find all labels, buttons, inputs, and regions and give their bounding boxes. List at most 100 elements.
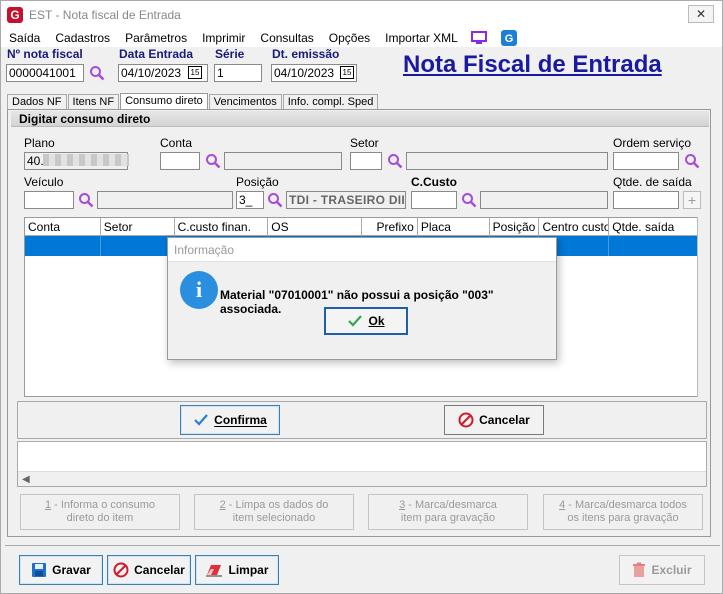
- cancelar-grid-button[interactable]: Cancelar: [444, 405, 544, 435]
- plano-label: Plano: [24, 136, 55, 150]
- close-button[interactable]: ✕: [688, 5, 714, 23]
- search-icon[interactable]: [205, 153, 221, 169]
- menu-importar-xml[interactable]: Importar XML: [377, 29, 465, 47]
- divider: [5, 545, 720, 546]
- menu-cadastros[interactable]: Cadastros: [47, 29, 117, 47]
- col-ccusto-finan[interactable]: C.custo finan.: [175, 218, 269, 235]
- posicao-label: Posição: [236, 175, 279, 189]
- step-2-text2: item selecionado: [232, 512, 316, 524]
- tab-vencimentos[interactable]: Vencimentos: [208, 94, 282, 109]
- step-4-text: - Marca/desmarca todos: [565, 499, 687, 511]
- app-logo-icon: G: [7, 7, 23, 23]
- col-conta[interactable]: Conta: [25, 218, 101, 235]
- tab-itens-nf[interactable]: Itens NF: [67, 94, 120, 109]
- ccusto-desc-field: [480, 191, 608, 209]
- add-button[interactable]: +: [683, 191, 701, 209]
- step-3-button[interactable]: 3 - Marca/desmarca item para gravação: [368, 494, 528, 530]
- search-icon[interactable]: [78, 192, 94, 208]
- col-qtde-saida[interactable]: Qtde. saída: [609, 218, 697, 235]
- search-icon[interactable]: [461, 192, 477, 208]
- data-entrada-label: Data Entrada: [119, 47, 194, 61]
- ordem-servico-field[interactable]: [613, 152, 679, 170]
- confirma-label: Confirma: [214, 413, 267, 427]
- ccusto-field[interactable]: [411, 191, 457, 209]
- ok-button[interactable]: Ok: [324, 307, 408, 335]
- scroll-left-icon[interactable]: ◀: [22, 474, 30, 485]
- tab-consumo-direto[interactable]: Consumo direto: [120, 93, 208, 110]
- qtde-saida-label: Qtde. de saída: [613, 175, 692, 189]
- redacted-value: [43, 154, 129, 166]
- ccusto-label: C.Custo: [411, 175, 457, 189]
- tab-info-compl-sped[interactable]: Info. compl. Sped: [282, 94, 379, 109]
- dt-emissao-label: Dt. emissão: [272, 47, 340, 61]
- calendar-icon[interactable]: 15: [340, 66, 354, 79]
- eraser-icon: [205, 563, 223, 577]
- col-placa[interactable]: Placa: [418, 218, 490, 235]
- check-icon: [347, 314, 363, 328]
- g-app-icon[interactable]: G: [500, 30, 517, 46]
- excluir-button[interactable]: Excluir: [619, 555, 705, 585]
- conta-desc-field: [224, 152, 342, 170]
- tab-dados-nf[interactable]: Dados NF: [7, 94, 67, 109]
- setor-desc-field: [406, 152, 608, 170]
- excluir-label: Excluir: [651, 563, 692, 577]
- setor-label: Setor: [350, 136, 379, 150]
- posicao-field[interactable]: 3_: [236, 191, 264, 209]
- cancelar-button[interactable]: Cancelar: [107, 555, 191, 585]
- search-icon[interactable]: [89, 65, 105, 81]
- conta-label: Conta: [160, 136, 193, 150]
- step-4-text2: os itens para gravação: [567, 512, 679, 524]
- serie-field[interactable]: 1: [214, 64, 262, 82]
- info-dialog: Informação i Material "07010001" não pos…: [167, 237, 557, 360]
- menu-saida[interactable]: Saída: [1, 29, 47, 47]
- dialog-title: Informação: [168, 238, 556, 262]
- posicao-desc-field: TDI - TRASEIRO DII: [286, 191, 406, 209]
- calendar-icon[interactable]: 15: [188, 66, 202, 79]
- menu-imprimir[interactable]: Imprimir: [194, 29, 252, 47]
- search-icon[interactable]: [684, 153, 700, 169]
- col-posicao[interactable]: Posição: [490, 218, 540, 235]
- menu-parametros[interactable]: Parâmetros: [117, 29, 194, 47]
- nota-field[interactable]: 0000041001: [6, 64, 84, 82]
- cancel-icon: [458, 412, 474, 428]
- limpar-label: Limpar: [228, 563, 269, 577]
- qtde-saida-field[interactable]: [613, 191, 679, 209]
- setor-field[interactable]: [350, 152, 382, 170]
- ok-label: Ok: [368, 314, 385, 328]
- action-frame: [17, 401, 707, 439]
- monitor-icon[interactable]: [470, 31, 487, 45]
- step-1-text: - Informa o consumo: [51, 499, 156, 511]
- menu-opcoes[interactable]: Opções: [321, 29, 377, 47]
- veiculo-field[interactable]: [24, 191, 74, 209]
- main-window: G EST - Nota fiscal de Entrada ✕ Saída C…: [0, 0, 723, 594]
- horizontal-scrollbar[interactable]: ◀: [18, 471, 706, 486]
- confirma-button[interactable]: Confirma: [180, 405, 280, 435]
- col-prefixo[interactable]: Prefixo: [362, 218, 418, 235]
- serie-label: Série: [215, 47, 245, 61]
- step-2-button[interactable]: 2 - Limpa os dados do item selecionado: [194, 494, 354, 530]
- panel-header: Digitar consumo direto: [11, 111, 709, 127]
- check-icon: [193, 413, 209, 427]
- search-icon[interactable]: [267, 192, 283, 208]
- step-1-button[interactable]: 1 - Informa o consumo direto do item: [20, 494, 180, 530]
- svg-text:G: G: [505, 33, 514, 45]
- search-icon[interactable]: [387, 153, 403, 169]
- col-os[interactable]: OS: [268, 218, 362, 235]
- veiculo-desc-field: [97, 191, 233, 209]
- info-icon: i: [180, 271, 218, 309]
- menu-consultas[interactable]: Consultas: [252, 29, 320, 47]
- cancel-icon: [113, 562, 129, 578]
- gravar-label: Gravar: [52, 563, 91, 577]
- conta-field[interactable]: [160, 152, 200, 170]
- grid-scrollbar[interactable]: [697, 217, 709, 397]
- step-4-button[interactable]: 4 - Marca/desmarca todos os itens para g…: [543, 494, 703, 530]
- step-2-text: - Limpa os dados do: [225, 499, 329, 511]
- step-1-text2: direto do item: [66, 512, 134, 524]
- title-bar: G EST - Nota fiscal de Entrada ✕: [1, 1, 722, 29]
- col-setor[interactable]: Setor: [101, 218, 175, 235]
- trash-icon: [632, 562, 646, 578]
- gravar-button[interactable]: Gravar: [19, 555, 103, 585]
- limpar-button[interactable]: Limpar: [195, 555, 279, 585]
- menu-bar: Saída Cadastros Parâmetros Imprimir Cons…: [1, 29, 722, 47]
- col-centro-custo[interactable]: Centro custo: [539, 218, 610, 235]
